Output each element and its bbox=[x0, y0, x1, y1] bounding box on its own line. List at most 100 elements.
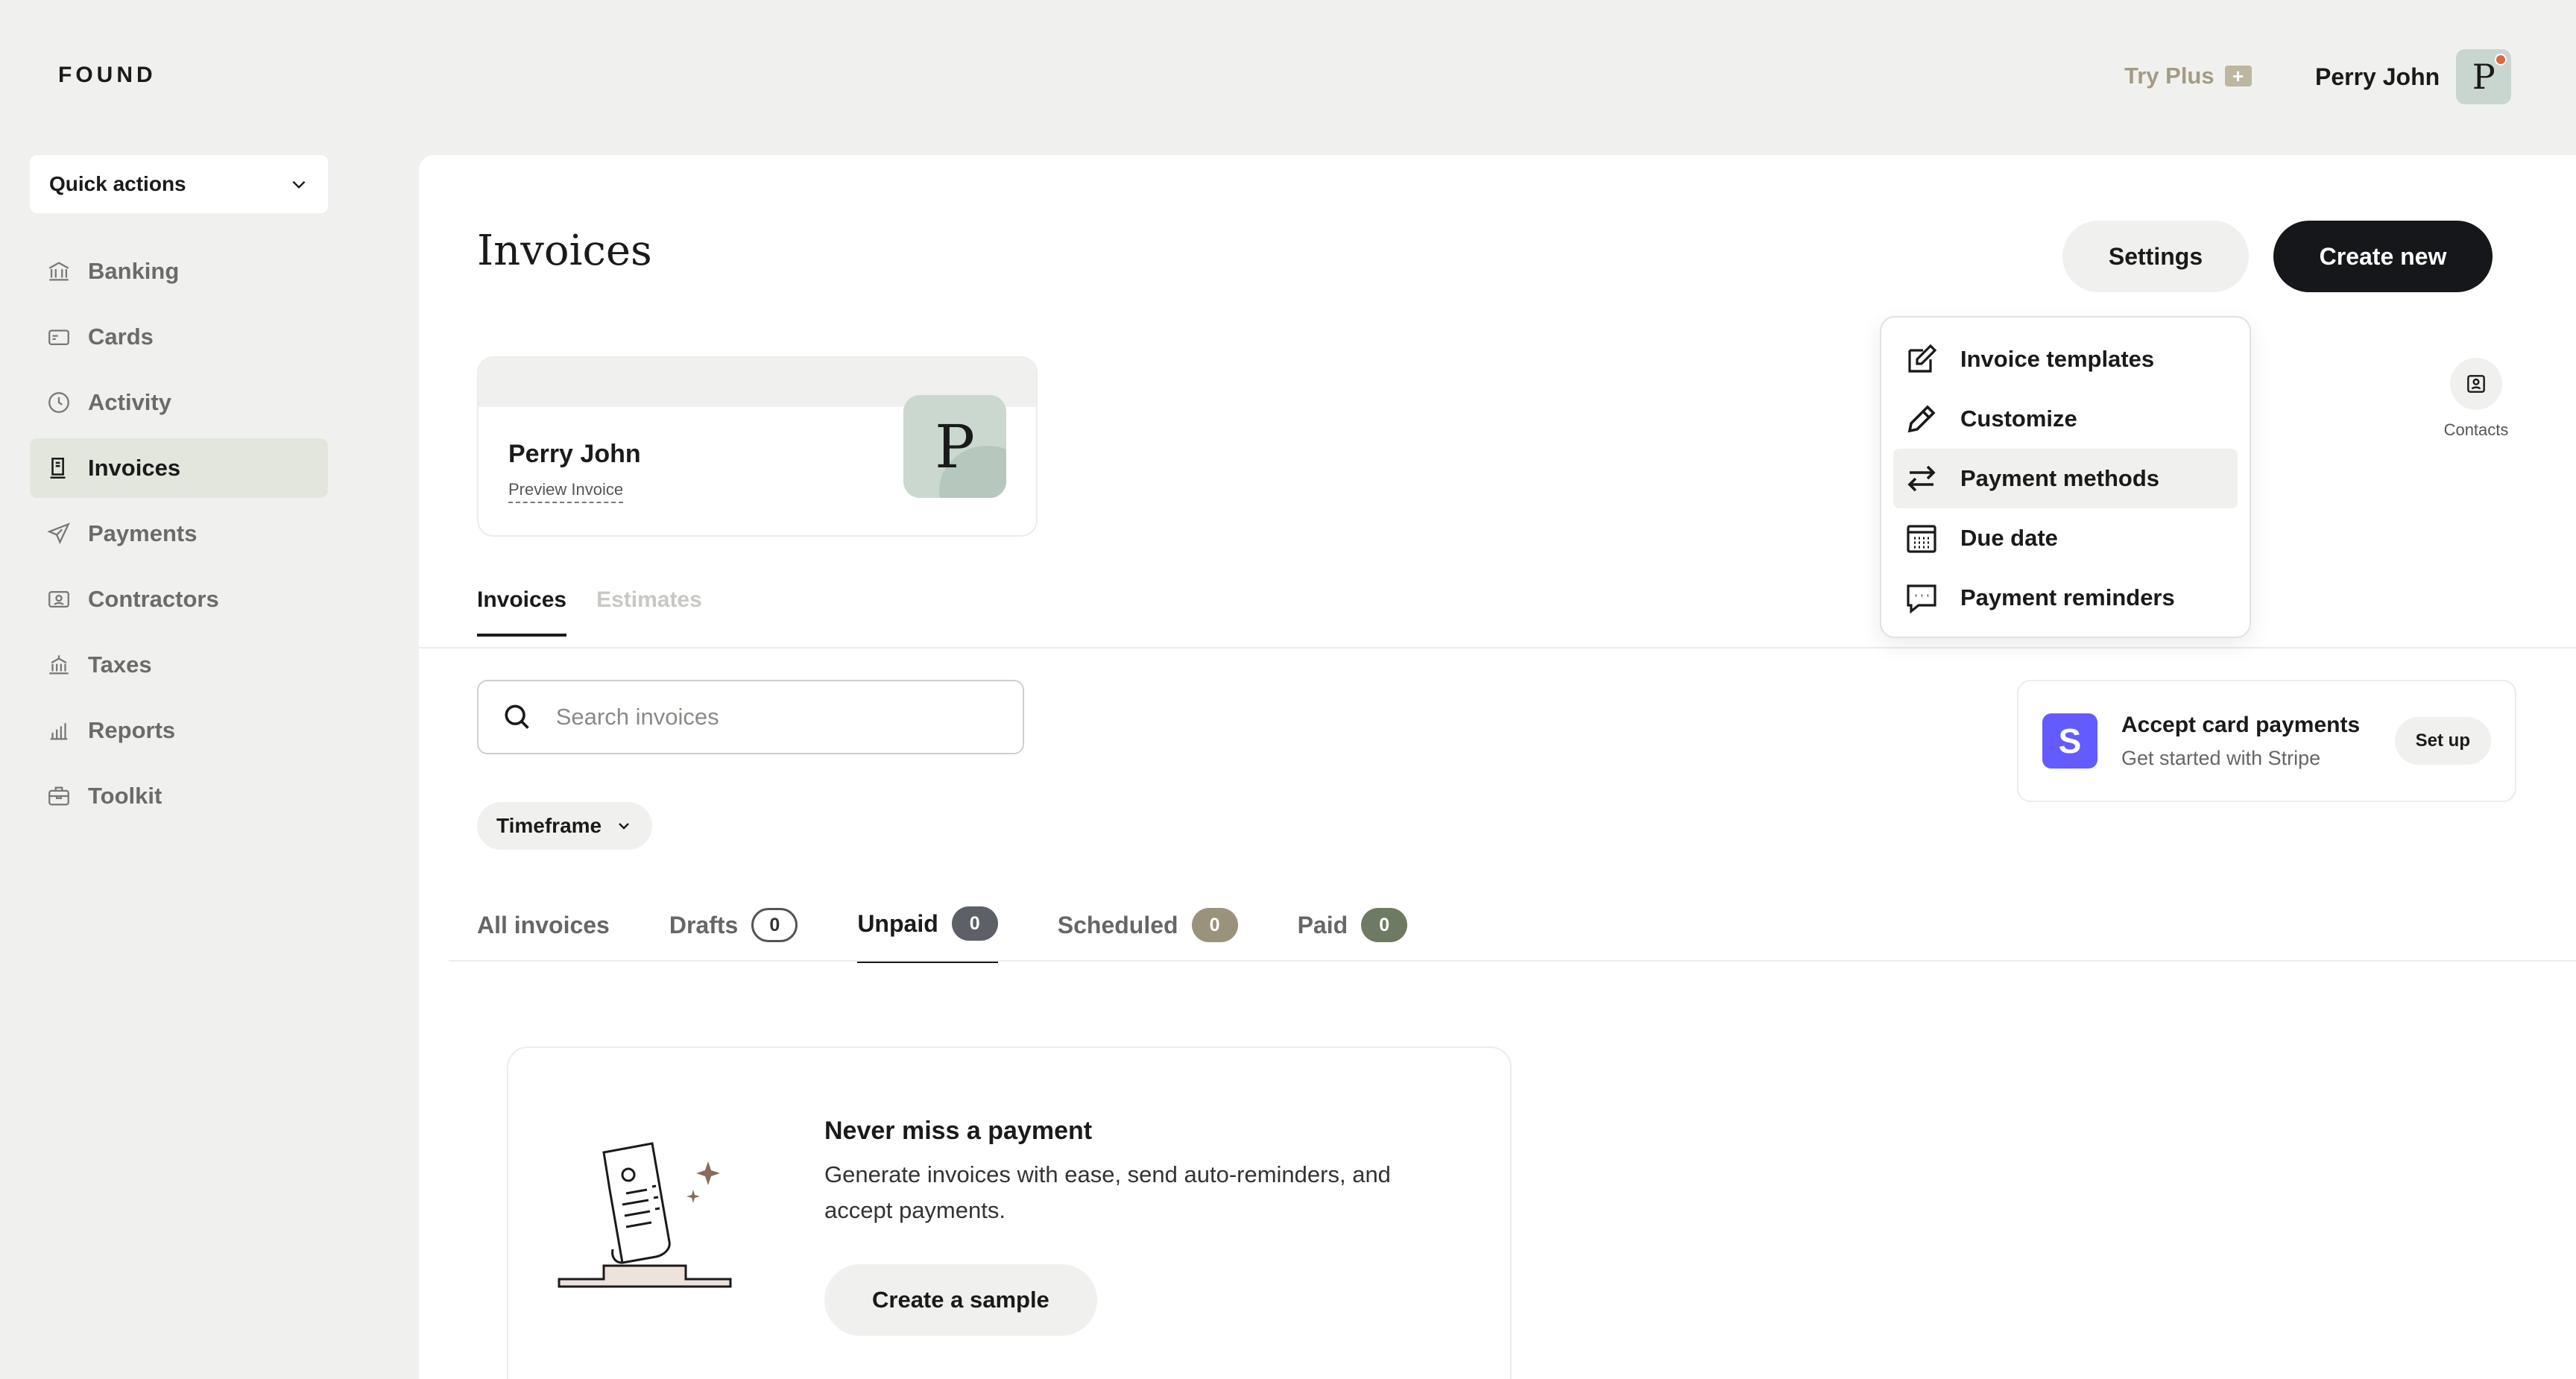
timeframe-label: Timeframe bbox=[496, 814, 602, 837]
count-badge: 0 bbox=[751, 908, 798, 942]
sidebar-item-contractors[interactable]: Contractors bbox=[30, 569, 328, 629]
tab-all-invoices[interactable]: All invoices bbox=[477, 906, 610, 963]
search-input[interactable] bbox=[555, 704, 1000, 730]
user-name: Perry John bbox=[2315, 63, 2440, 90]
chevron-down-icon bbox=[619, 823, 629, 830]
stripe-promo-card: S Accept card payments Get started with … bbox=[2017, 680, 2516, 802]
sidebar-item-reports[interactable]: Reports bbox=[30, 701, 328, 760]
pencil-icon bbox=[1907, 405, 1936, 433]
sidebar-item-label: Cards bbox=[88, 324, 154, 350]
sidebar-item-label: Contractors bbox=[88, 586, 219, 612]
menu-item-due-date[interactable]: Due date bbox=[1893, 508, 2238, 568]
sidebar-item-label: Reports bbox=[88, 717, 176, 743]
profile-avatar-letter: P bbox=[935, 411, 975, 482]
search-box[interactable] bbox=[477, 680, 1024, 754]
tab-estimates[interactable]: Estimates bbox=[596, 587, 702, 637]
contact-card-icon[interactable] bbox=[2450, 358, 2502, 410]
profile-avatar: P bbox=[903, 395, 1006, 498]
clock-icon bbox=[48, 392, 69, 413]
sidebar-nav: Banking Cards Activity Invoices Payments… bbox=[30, 242, 328, 832]
try-plus-label: Try Plus bbox=[2124, 63, 2214, 89]
contractor-icon bbox=[48, 590, 69, 608]
plus-ticket-icon: + bbox=[2224, 66, 2252, 86]
menu-item-customize[interactable]: Customize bbox=[1893, 389, 2238, 449]
tab-invoices[interactable]: Invoices bbox=[477, 587, 567, 637]
status-tab-label: Unpaid bbox=[857, 909, 938, 937]
menu-item-label: Customize bbox=[1960, 406, 2077, 432]
sidebar-item-cards[interactable]: Cards bbox=[30, 307, 328, 367]
main-panel: Invoices Settings Create new Perry John … bbox=[419, 155, 2576, 1379]
timeframe-filter[interactable]: Timeframe bbox=[477, 802, 653, 850]
send-icon bbox=[47, 523, 70, 545]
try-plus-link[interactable]: Try Plus + bbox=[2124, 63, 2252, 89]
tab-drafts[interactable]: Drafts 0 bbox=[669, 906, 798, 963]
sidebar-item-label: Invoices bbox=[88, 455, 181, 481]
search-icon bbox=[505, 704, 529, 729]
sidebar-item-label: Taxes bbox=[88, 651, 152, 678]
bar-chart-icon bbox=[50, 723, 68, 740]
menu-item-payment-methods[interactable]: Payment methods bbox=[1893, 449, 2238, 508]
status-tab-label: Scheduled bbox=[1057, 911, 1178, 938]
quick-actions-dropdown[interactable]: Quick actions bbox=[30, 155, 328, 213]
sidebar-item-payments[interactable]: Payments bbox=[30, 504, 328, 564]
stripe-title: Accept card payments bbox=[2121, 712, 2361, 737]
status-tab-label: All invoices bbox=[477, 911, 610, 938]
invoice-illustration-icon bbox=[558, 1142, 732, 1288]
sidebar-item-label: Toolkit bbox=[88, 783, 162, 809]
stripe-logo-icon: S bbox=[2042, 713, 2097, 769]
promo-description: Generate invoices with ease, send auto-r… bbox=[824, 1161, 1391, 1223]
document-tabs: Invoices Estimates bbox=[477, 587, 702, 637]
settings-button[interactable]: Settings bbox=[2062, 221, 2249, 292]
menu-item-label: Payment reminders bbox=[1960, 584, 2175, 610]
avatar-letter: P bbox=[2472, 57, 2496, 97]
stripe-setup-button[interactable]: Set up bbox=[2394, 717, 2491, 765]
card-icon bbox=[48, 329, 69, 346]
preview-invoice-link[interactable]: Preview Invoice bbox=[508, 480, 624, 503]
tab-unpaid[interactable]: Unpaid 0 bbox=[857, 906, 998, 963]
divider bbox=[449, 960, 2576, 962]
menu-item-payment-reminders[interactable]: Payment reminders bbox=[1893, 568, 2238, 628]
status-tabs: All invoices Drafts 0 Unpaid 0 Scheduled… bbox=[477, 906, 1408, 963]
quick-actions-label: Quick actions bbox=[49, 172, 186, 195]
tab-paid[interactable]: Paid 0 bbox=[1298, 906, 1408, 963]
app-logo[interactable]: FOUND bbox=[58, 63, 157, 88]
count-badge: 0 bbox=[1361, 908, 1408, 942]
create-sample-button[interactable]: Create a sample bbox=[824, 1264, 1097, 1336]
briefcase-icon bbox=[48, 786, 69, 806]
tab-scheduled[interactable]: Scheduled 0 bbox=[1058, 906, 1238, 963]
user-menu[interactable]: Perry John P bbox=[2315, 49, 2512, 104]
calendar-icon bbox=[1907, 525, 1936, 553]
menu-item-label: Invoice templates bbox=[1960, 346, 2155, 372]
divider bbox=[419, 647, 2576, 649]
contacts-label: Contacts bbox=[2443, 420, 2509, 439]
chat-bubble-icon bbox=[1907, 584, 1936, 614]
promo-title: Never miss a payment bbox=[824, 1117, 1093, 1145]
sidebar-item-label: Payments bbox=[88, 520, 198, 546]
notification-dot bbox=[2495, 54, 2507, 66]
government-icon bbox=[49, 655, 69, 675]
menu-item-invoice-templates[interactable]: Invoice templates bbox=[1893, 329, 2238, 389]
settings-dropdown-menu: Invoice templates Customize Payment meth… bbox=[1880, 316, 2251, 638]
sidebar-item-activity[interactable]: Activity bbox=[30, 373, 328, 432]
profile-name: Perry John bbox=[508, 440, 641, 468]
bank-icon bbox=[48, 262, 69, 281]
status-tab-label: Drafts bbox=[669, 911, 739, 938]
invoice-icon bbox=[50, 457, 66, 479]
stripe-subtitle: Get started with Stripe bbox=[2121, 746, 2321, 769]
contacts-shortcut[interactable]: Contacts bbox=[2431, 358, 2521, 440]
sidebar-item-taxes[interactable]: Taxes bbox=[30, 635, 328, 695]
edit-square-icon bbox=[1908, 344, 1937, 373]
chevron-down-icon bbox=[292, 180, 306, 189]
menu-item-label: Payment methods bbox=[1960, 465, 2160, 491]
menu-item-label: Due date bbox=[1960, 525, 2058, 551]
status-tab-label: Paid bbox=[1297, 911, 1348, 938]
avatar[interactable]: P bbox=[2456, 49, 2512, 104]
empty-state-card: Never miss a payment Generate invoices w… bbox=[507, 1047, 1512, 1379]
count-badge: 0 bbox=[1191, 908, 1238, 942]
sidebar-item-label: Activity bbox=[88, 389, 171, 415]
create-new-button[interactable]: Create new bbox=[2273, 221, 2493, 292]
sidebar-item-invoices[interactable]: Invoices bbox=[30, 438, 328, 498]
sidebar-item-toolkit[interactable]: Toolkit bbox=[30, 766, 328, 826]
sidebar-item-banking[interactable]: Banking bbox=[30, 242, 328, 301]
invoice-profile-card[interactable]: Perry John Preview Invoice P bbox=[477, 356, 1038, 537]
